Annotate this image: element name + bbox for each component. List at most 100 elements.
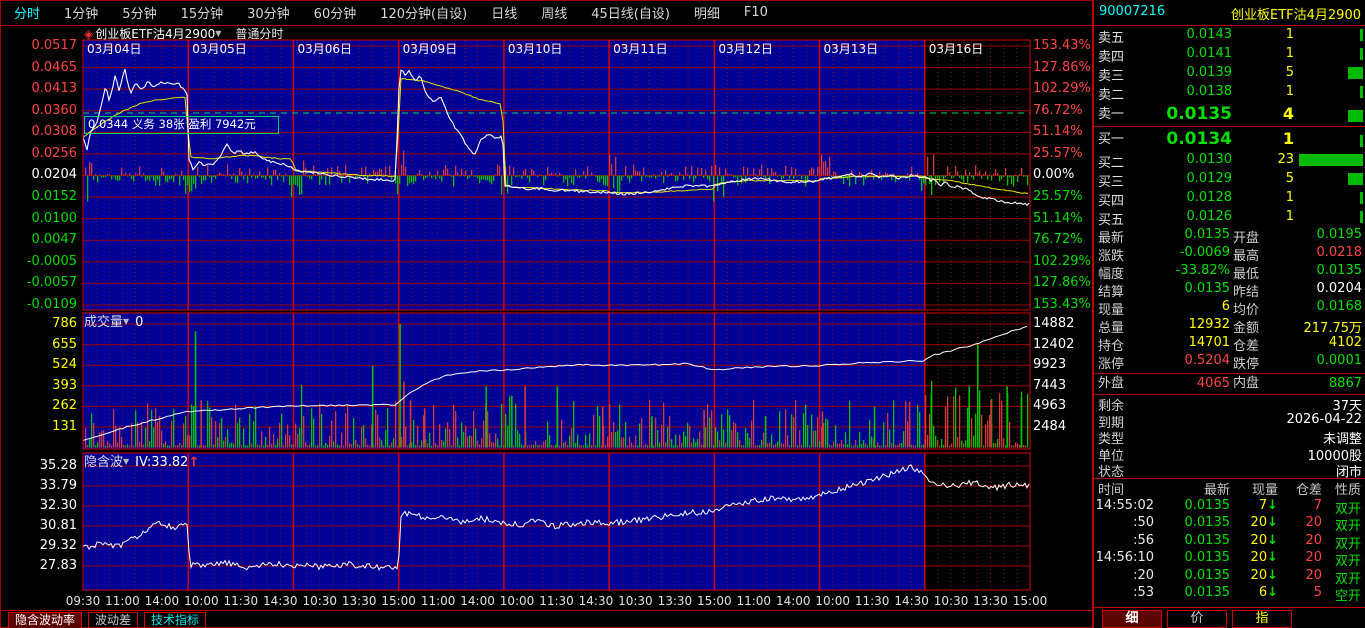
tick-qty: 20↓ <box>1251 568 1278 583</box>
stat-value: 0.0135 <box>1184 281 1231 296</box>
percent-axis-label: 76.72% <box>1033 102 1083 118</box>
tick-header: 时间 最新 现量 仓差 性质 <box>1094 479 1365 498</box>
panel-tab-0[interactable]: 细 <box>1102 610 1162 628</box>
volume-axis-label: 786 <box>52 316 77 331</box>
bid-label: 买二 <box>1098 156 1125 171</box>
menubar-item-8[interactable]: 周线 <box>541 3 567 22</box>
ask-row-0[interactable]: 卖五 0.0143 1 <box>1094 26 1365 46</box>
tick-qty-value: 20 <box>1250 532 1268 548</box>
indicator-tab-1[interactable]: 波动差 <box>88 612 139 628</box>
time-axis-label: 14:00 <box>775 594 811 608</box>
bid-qty: 1 <box>1282 129 1294 148</box>
volume-label[interactable]: 成交量 <box>84 315 123 330</box>
price-axis-label: 0.0413 <box>31 81 78 97</box>
bid-row-3[interactable]: 买四 0.0128 1 <box>1094 189 1365 209</box>
volume-value: 0 <box>135 315 144 330</box>
indicator-tab-2[interactable]: 技术指标 <box>144 612 207 628</box>
ask-price: 0.0143 <box>1186 27 1233 42</box>
time-axis-label: 15:00 <box>697 594 732 608</box>
menubar-item-11[interactable]: F10 <box>744 5 768 20</box>
panel-tab-2[interactable]: 指 <box>1232 610 1292 628</box>
security-code: 90007216 <box>1099 4 1166 19</box>
bid-row-2[interactable]: 买三 0.0129 5 <box>1094 170 1365 190</box>
info-label: 状态 <box>1098 465 1125 480</box>
volume-pane-label: 成交量▼ 0 <box>84 315 143 330</box>
date-label: 03月12日 <box>718 42 773 56</box>
time-axis-label: 14:30 <box>578 594 614 608</box>
date-label: 03月09日 <box>402 42 458 56</box>
tick-nature: 双开 <box>1334 536 1361 552</box>
order-book: 卖五 0.0143 1 卖四 0.0141 1 卖三 0.0139 5 卖二 0.0138 1 卖一 0.… <box>1094 26 1365 228</box>
bid-price: 0.0134 <box>1166 129 1232 149</box>
menubar-item-2[interactable]: 5分钟 <box>122 3 156 22</box>
tick-price: 0.0135 <box>1184 550 1231 565</box>
bid-qty: 1 <box>1285 190 1294 205</box>
chevron-down-icon[interactable]: ▼ <box>215 29 221 38</box>
menubar-item-9[interactable]: 45日线(自设) <box>591 3 670 22</box>
chevron-down-icon[interactable]: ▼ <box>123 317 129 326</box>
depth-bar <box>1348 173 1363 185</box>
ask-row-2[interactable]: 卖三 0.0139 5 <box>1094 64 1365 84</box>
date-label: 03月11日 <box>613 42 668 56</box>
time-axis-label: 14:30 <box>262 594 298 608</box>
price-axis-label: 0.0152 <box>31 189 78 205</box>
stat-label: 开盘 <box>1233 231 1260 246</box>
tick-qty: 20↓ <box>1251 550 1278 565</box>
time-axis-label: 14:30 <box>894 594 929 608</box>
down-arrow-icon: ↓ <box>1267 515 1278 530</box>
tick-row: :53 0.0135 6↓ 5 空开 <box>1094 585 1365 604</box>
security-name[interactable]: 创业板ETF沽4月2900 <box>1231 4 1361 23</box>
chevron-down-icon[interactable]: ▼ <box>123 457 129 466</box>
outer-lots-value: 4065 <box>1196 376 1230 391</box>
menubar-item-0[interactable]: 分时 <box>14 3 40 22</box>
info-row-1: 到期 2026-04-22 <box>1094 411 1365 431</box>
volume-axis-label: 393 <box>52 377 77 393</box>
iv-label[interactable]: 隐含波 <box>84 455 123 470</box>
info-row-0: 剩余 37天 <box>1094 395 1365 414</box>
menubar-item-7[interactable]: 日线 <box>491 3 517 22</box>
info-value: 2026-04-22 <box>1286 411 1362 427</box>
stat-value: 0.5204 <box>1184 353 1231 368</box>
date-label: 03月05日 <box>192 42 247 56</box>
ask-label: 卖三 <box>1098 69 1125 84</box>
volume-axis-label: 262 <box>52 398 77 414</box>
time-axis-label: 13:30 <box>973 594 1008 608</box>
menubar-item-1[interactable]: 1分钟 <box>64 3 98 22</box>
tick-row: :56 0.0135 20↓ 20 双开 <box>1094 532 1365 552</box>
bid-price: 0.0126 <box>1186 209 1233 224</box>
bid-row-1[interactable]: 买二 0.0130 23 <box>1094 151 1365 171</box>
stat-value: -0.0069 <box>1179 245 1230 260</box>
tick-nature: 双开 <box>1334 501 1361 517</box>
panel-tab-1[interactable]: 价 <box>1167 610 1227 628</box>
chart-symbol-title[interactable]: 创业板ETF沽4月2900 <box>95 27 215 41</box>
bid-row-0[interactable]: 买一 0.0134 1 <box>1094 127 1365 151</box>
quote-panel: 90007216 创业板ETF沽4月2900 卖五 0.0143 1 卖四 0.0141… <box>1092 0 1365 628</box>
tick-price: 0.0135 <box>1184 585 1231 600</box>
tick-list[interactable]: 时间 最新 现量 仓差 性质 14:55:02 0.0135 7↓ 7 双开:50 0.0135 20… <box>1094 477 1365 604</box>
menubar-item-10[interactable]: 明细 <box>694 3 720 22</box>
inner-lots-label: 内盘 <box>1233 376 1260 391</box>
volume-axis-label: 655 <box>52 336 77 352</box>
time-axis-label: 11:30 <box>223 594 259 608</box>
date-label: 03月13日 <box>823 42 879 56</box>
bid-row-4[interactable]: 买五 0.0126 1 <box>1094 208 1365 228</box>
time-axis-label: 14:00 <box>460 594 495 608</box>
price-axis-label: 0.0360 <box>31 102 78 118</box>
menubar-item-6[interactable]: 120分钟(自设) <box>380 3 467 22</box>
down-arrow-icon: ↓ <box>1267 585 1278 600</box>
date-label: 03月10日 <box>507 42 563 56</box>
up-arrow-icon: ↑ <box>188 455 200 470</box>
stat-row-6: 持仓 14701 仓差 4102 <box>1094 335 1365 354</box>
menubar-item-4[interactable]: 30分钟 <box>247 3 290 22</box>
ask-row-4[interactable]: 卖一 0.0135 4 <box>1094 102 1365 126</box>
tick-qty: 6↓ <box>1259 585 1278 600</box>
ask-row-3[interactable]: 卖二 0.0138 1 <box>1094 83 1365 103</box>
menubar-item-3[interactable]: 15分钟 <box>181 3 224 22</box>
indicator-tab-0[interactable]: 隐含波动率 <box>8 612 83 628</box>
ask-row-1[interactable]: 卖四 0.0141 1 <box>1094 45 1365 65</box>
time-axis-label: 10:30 <box>302 594 338 608</box>
ask-qty: 1 <box>1285 46 1294 61</box>
chart-canvas[interactable] <box>0 26 1092 610</box>
date-label: 03月16日 <box>928 42 984 56</box>
menubar-item-5[interactable]: 60分钟 <box>314 3 357 22</box>
